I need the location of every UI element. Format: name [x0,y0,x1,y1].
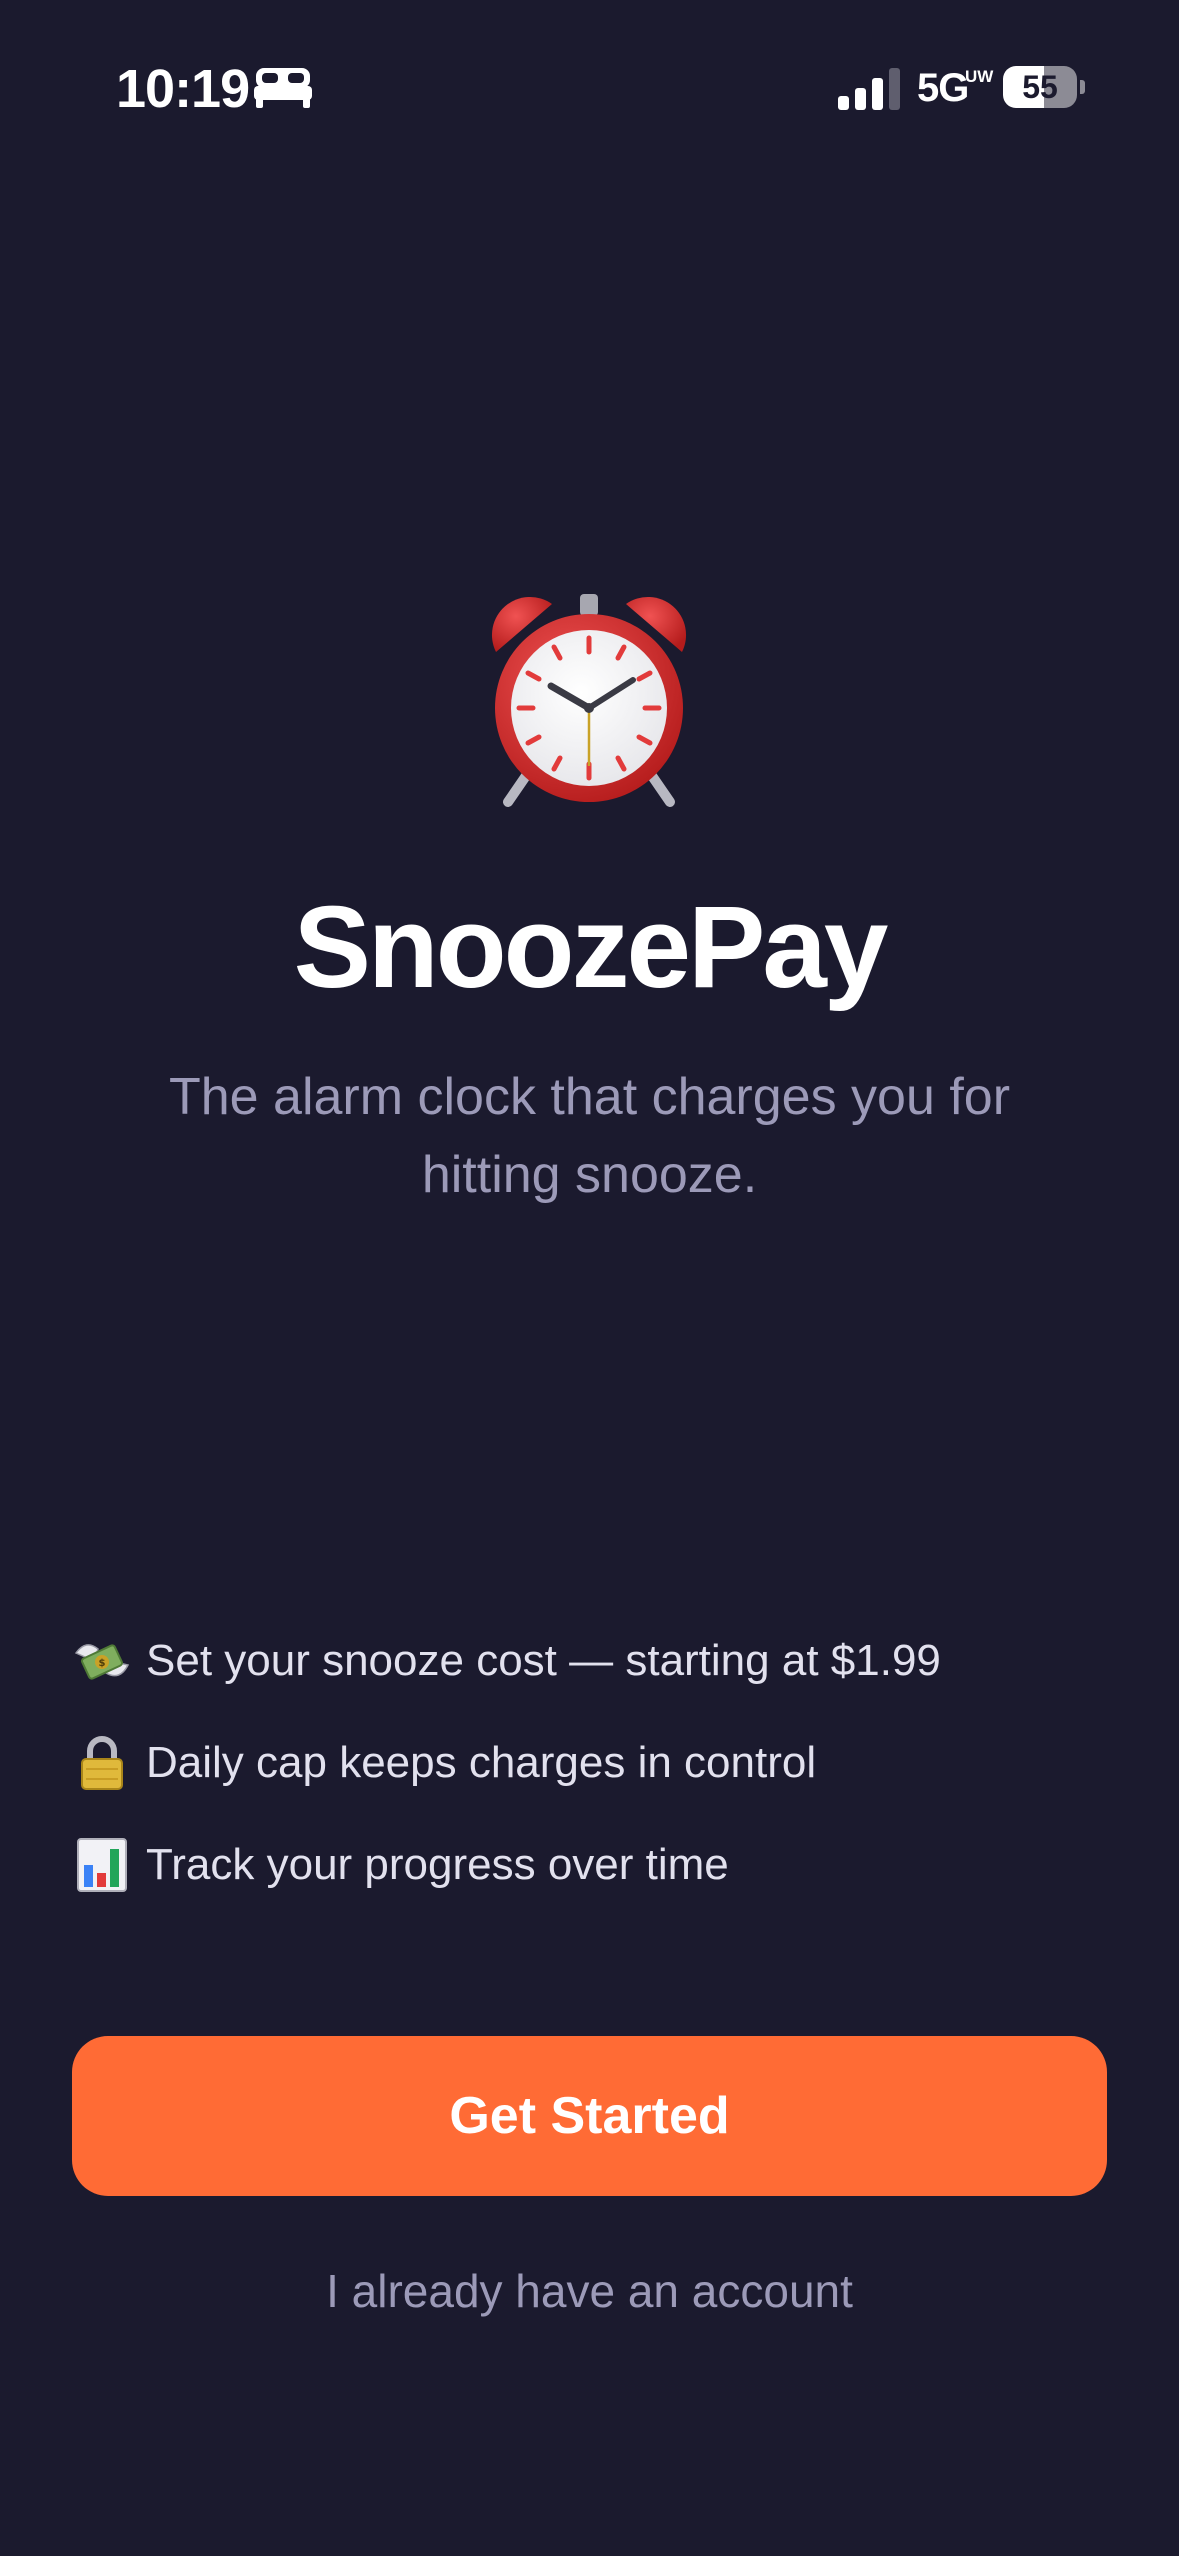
app-tagline: The alarm clock that charges you for hit… [168,1068,1011,1204]
bed-icon [254,68,312,108]
existing-account-link[interactable]: I already have an account [0,2264,1179,2318]
alarm-clock-icon [491,594,687,807]
battery-percent: 55 [1022,69,1058,105]
feature-item-track-progress: Track your progress over time [72,1814,1112,1916]
feature-text: Daily cap keeps charges in control [146,1738,817,1787]
cellular-signal-icon [838,68,900,110]
feature-list: $ Set your snooze cost — starting at $1.… [72,1610,1112,1916]
money-wings-icon: $ [74,1644,130,1680]
battery-cap [1080,80,1085,94]
network-subtype-label: UW [965,67,994,86]
feature-text: Track your progress over time [146,1840,729,1889]
feature-item-daily-cap: Daily cap keeps charges in control [72,1712,1112,1814]
lock-icon [81,1736,123,1790]
svg-text:$: $ [99,1658,106,1669]
status-bar: 10:19 5G UW 55 [0,0,1179,175]
get-started-button[interactable]: Get Started [72,2036,1107,2196]
network-type-label: 5G [917,66,969,110]
feature-text: Set your snooze cost — starting at $1.99 [146,1636,941,1685]
app-title: SnoozePay [293,882,889,1012]
status-time: 10:19 [116,59,250,119]
battery-indicator: 55 [1003,66,1077,108]
feature-item-snooze-cost: $ Set your snooze cost — starting at $1.… [72,1610,1112,1712]
bar-chart-icon [77,1838,127,1892]
